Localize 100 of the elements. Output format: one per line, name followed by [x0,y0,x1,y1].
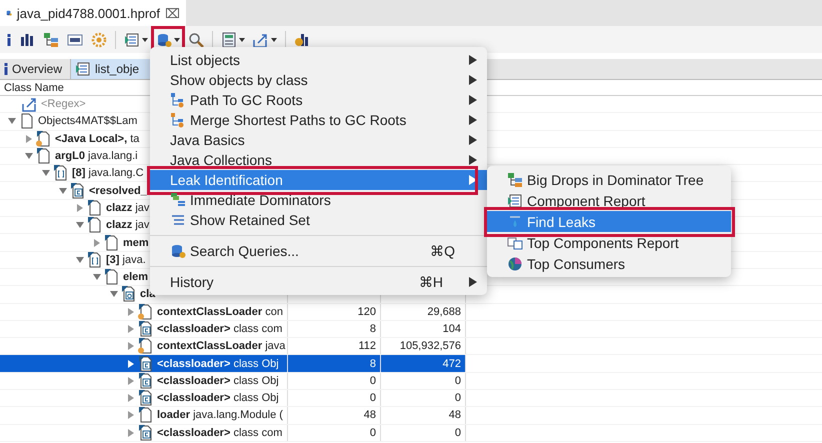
expand-arrow-icon[interactable] [127,428,135,437]
dominators-icon [170,192,186,208]
chart-icon [294,32,310,48]
expand-arrow-icon[interactable] [127,308,135,316]
row-label: Objects4MAT$$Lam [38,115,138,128]
row-label: elem [123,271,148,284]
globe-icon [507,256,523,272]
menu-item[interactable]: Find Leaks [487,211,731,232]
table-cell: 29,688 [427,306,461,318]
table-cell: 120 [358,306,376,318]
expand-arrow-icon[interactable] [127,342,135,350]
table-cell: 0 [370,426,376,439]
report-icon [124,32,140,48]
row-label: [8] java.lang.C [72,167,144,180]
menu-item[interactable]: Java Collections [150,150,487,170]
tree-row[interactable]: <classloader> class Obj 0 0 [0,390,822,408]
table-cell: 112 [358,340,376,352]
queries-icon [156,32,172,48]
collapse-arrow-icon[interactable] [93,273,101,282]
table-cell: 48 [364,409,376,422]
close-button[interactable]: ⌧ [165,6,180,20]
collapse-arrow-icon[interactable] [76,221,84,230]
menu-item[interactable]: Show Retained Set [150,210,487,230]
menu-item[interactable]: Path To GC Roots [150,90,487,110]
collapse-arrow-icon[interactable] [110,290,118,298]
expand-arrow-icon[interactable] [127,411,135,420]
table-cell: 105,932,576 [400,340,461,352]
tree-row[interactable]: <classloader> class com 8 104 [0,320,822,338]
row-label: <classloader> class Obj [157,358,279,370]
menu-item[interactable]: Immediate Dominators [150,190,487,210]
menu-item[interactable]: Big Drops in Dominator Tree [487,169,731,190]
table-cell: 472 [442,358,461,370]
row-label: <classloader> class com [157,426,282,439]
menu-item[interactable]: Search Queries... ⌘Q [150,241,487,261]
table-cell: 0 [454,392,461,404]
menu-item[interactable]: Leak Identification [150,170,487,190]
row-label: <Java Local>, ta [55,132,140,145]
expand-arrow-icon[interactable] [127,325,135,333]
tree-row[interactable]: <classloader> class Obj 8 472 [0,355,822,373]
collapse-arrow-icon[interactable] [59,186,67,195]
caret-icon [174,38,180,42]
table-cell: 8 [370,358,376,370]
expand-arrow-icon[interactable] [25,134,33,143]
tree-icon [507,172,523,188]
tree-row[interactable]: contextClassLoader con 120 29,688 [0,304,822,321]
table-cell: 0 [454,374,461,387]
expand-arrow-icon[interactable] [76,204,84,212]
table-cell: 0 [370,374,376,387]
row-label: argL0 java.lang.i [55,150,138,162]
table-cell: 104 [442,323,461,335]
tree-row[interactable]: <classloader> class Obj 0 0 [0,372,822,390]
expand-arrow-icon[interactable] [127,394,135,402]
collapse-arrow-icon[interactable] [8,117,16,126]
components-icon [507,234,523,250]
table-cell: 48 [448,409,461,422]
row-label: <classloader> class Obj [157,392,279,404]
expand-arrow-icon[interactable] [93,238,101,247]
row-label: [3] java. [106,254,146,266]
menu-item[interactable]: Top Consumers [487,253,731,274]
menu-item[interactable]: Java Basics [150,130,487,150]
path-icon [170,92,186,108]
row-label: clazz jav [106,202,150,214]
collapse-arrow-icon[interactable] [42,169,50,178]
tree-row[interactable]: loader java.lang.Module ( 48 48 [0,407,822,425]
info-icon [4,63,8,75]
row-label: <resolved_ [89,184,147,197]
table-cell: 0 [454,426,461,439]
report-icon [507,192,523,208]
table-cell: 0 [370,392,376,404]
info-icon [7,34,11,46]
caret-icon [239,38,245,42]
export-icon [253,32,269,48]
leak-icon [507,214,523,230]
gear-icon [91,32,107,48]
row-label: clazz jav [106,219,150,232]
row-label: contextClassLoader con [157,306,283,318]
histogram-icon [19,32,35,48]
document-icon [75,61,92,77]
expand-arrow-icon[interactable] [127,360,135,368]
tree-row[interactable]: <classloader> class com 0 0 [0,424,822,442]
row-label: <classloader> class Obj [157,374,279,387]
menu-item[interactable]: Merge Shortest Paths to GC Roots [150,110,487,130]
collapse-arrow-icon[interactable] [76,256,84,264]
table-cell: 8 [370,323,376,335]
queries-icon [170,243,186,259]
row-label: contextClassLoader java [157,340,286,352]
merge-icon [170,112,186,128]
collapse-arrow-icon[interactable] [25,152,33,160]
row-label: <classloader> class com [157,323,282,335]
row-label: mem [123,236,149,249]
editor-tab[interactable]: java_pid4788.0001.hprof ⌧ [0,0,186,26]
menu-item[interactable]: Top Components Report [487,232,731,253]
caret-icon [142,38,148,42]
row-label: loader java.lang.Module ( [157,409,283,422]
expand-arrow-icon[interactable] [127,376,135,385]
submenu-arrow-icon [469,277,477,287]
caret-icon [271,38,277,42]
tree-icon [43,32,59,48]
menu-item[interactable]: Component Report [487,190,731,211]
oql-icon [67,32,83,48]
